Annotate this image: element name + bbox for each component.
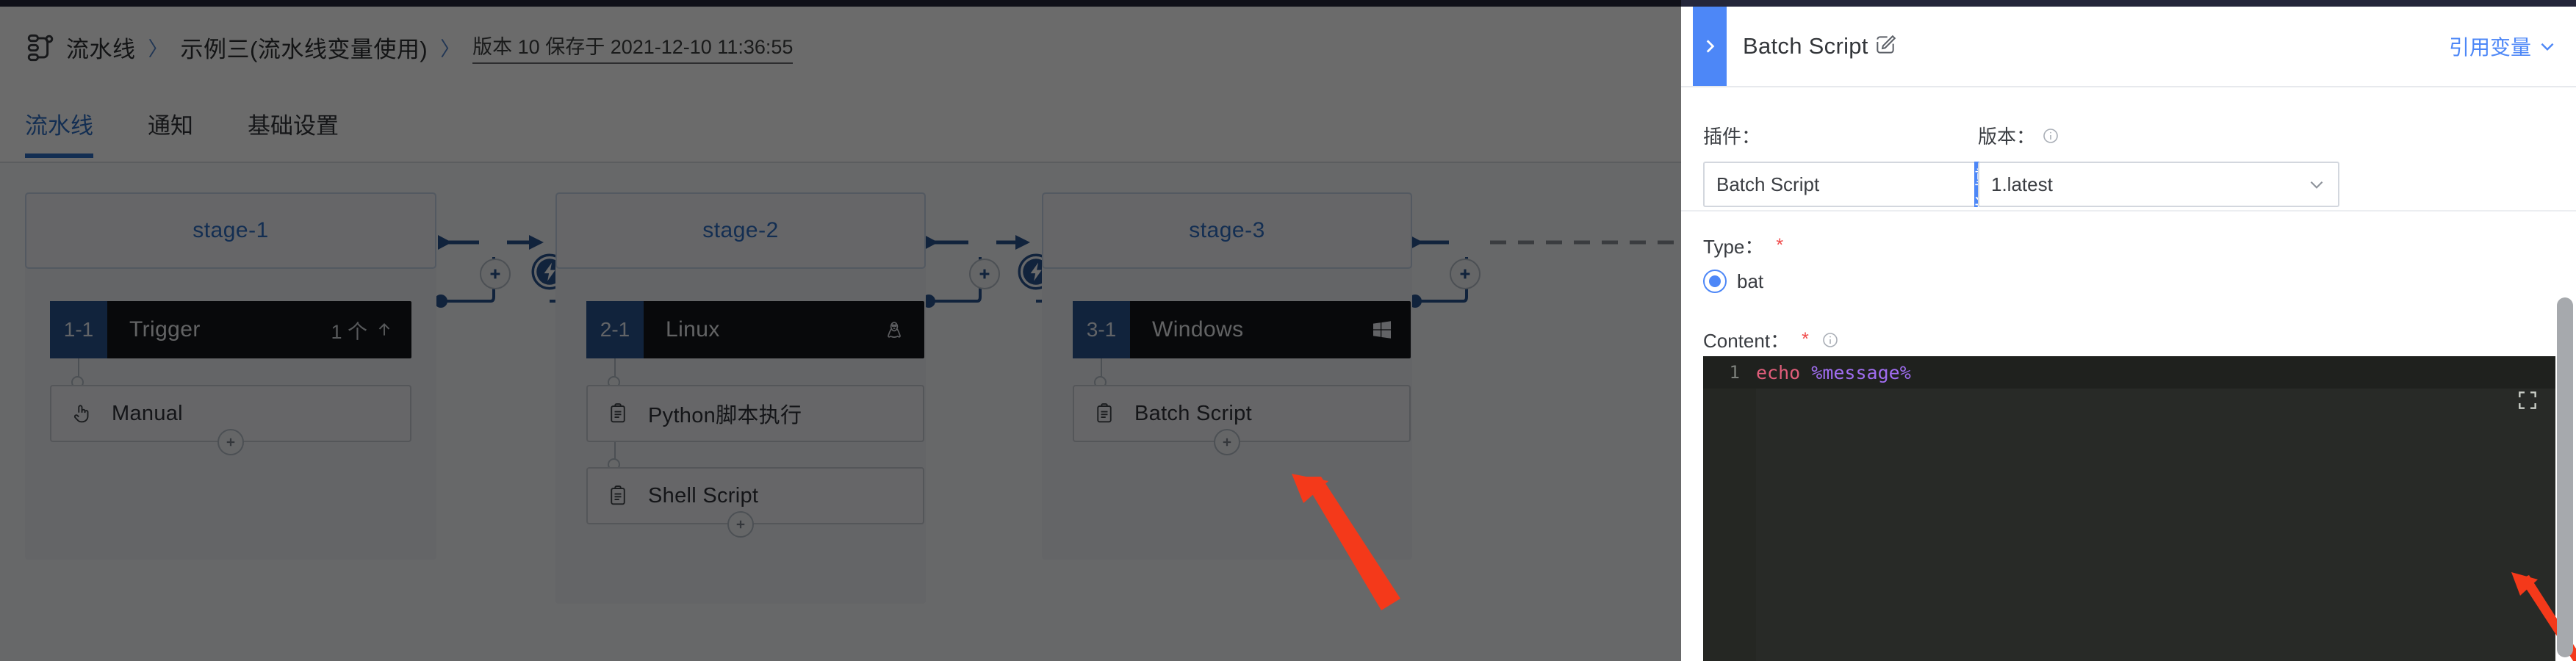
panel-header-divider [1681,86,2576,87]
panel-scrollbar[interactable] [2557,297,2573,657]
panel-top-dark-bar [1681,0,2576,7]
fullscreen-icon[interactable] [2516,389,2539,412]
version-label-text: 版本： [1978,126,2036,148]
plugin-label: 插件： [1703,126,1761,148]
info-circle-icon[interactable] [2042,127,2059,145]
code-editor[interactable]: 1 echo %message% [1703,356,2555,661]
code-line-1: 1 echo %message% [1703,356,2555,389]
annotation-arrow-canvas [1292,474,1400,610]
line-number: 1 [1729,362,1740,383]
panel-header: Batch Script 引用变量 [1681,7,2576,86]
task-config-panel: Batch Script 引用变量 插件： 重选 [1681,0,2576,661]
version-label: 版本： [1978,122,2339,149]
content-label-text: Content： [1703,330,1790,352]
chevron-down-icon [2310,181,2323,189]
code-text: echo %message% [1756,362,1911,383]
form-section-divider [1681,210,2576,212]
content-required-mark: * [1802,329,1809,350]
type-radio-bat[interactable]: bat [1703,270,1763,293]
plugin-field-group: 插件： 重选 [1703,122,1994,217]
code-keyword: echo [1756,361,1801,383]
modal-dim-overlay[interactable] [0,0,1681,661]
radio-indicator [1703,270,1727,293]
info-circle-icon[interactable] [1821,331,1839,349]
editor-gutter [1703,389,1756,661]
chevron-down-icon [2541,43,2554,51]
version-select-value: 1.latest [1991,173,2053,195]
pipeline-canvas-pane: 流水线 〉 示例三(流水线变量使用) 〉 版本 10 保存于 2021-12-1… [0,0,1681,661]
version-select[interactable]: 1.latest [1978,162,2339,207]
plugin-input-group: 重选 [1703,162,1994,217]
type-required-mark: * [1776,235,1784,256]
reference-variable-label: 引用变量 [2448,36,2531,59]
plugin-input[interactable] [1703,162,1974,207]
plugin-version-row: 插件： 重选 版本： 1.latest [1703,122,2555,217]
content-label: Content： * [1703,326,1839,353]
reference-variable-button[interactable]: 引用变量 [2449,32,2557,61]
type-label-text: Type： [1703,236,1764,258]
type-label: Type： * [1703,232,1783,259]
type-radio-label: bat [1737,270,1764,292]
app-root: 流水线 〉 示例三(流水线变量使用) 〉 版本 10 保存于 2021-12-1… [0,0,2576,661]
edit-square-icon[interactable] [1874,33,1897,57]
panel-title: Batch Script [1743,33,1868,59]
version-field-group: 版本： 1.latest [1978,122,2339,207]
code-variable: %message% [1811,361,1911,383]
